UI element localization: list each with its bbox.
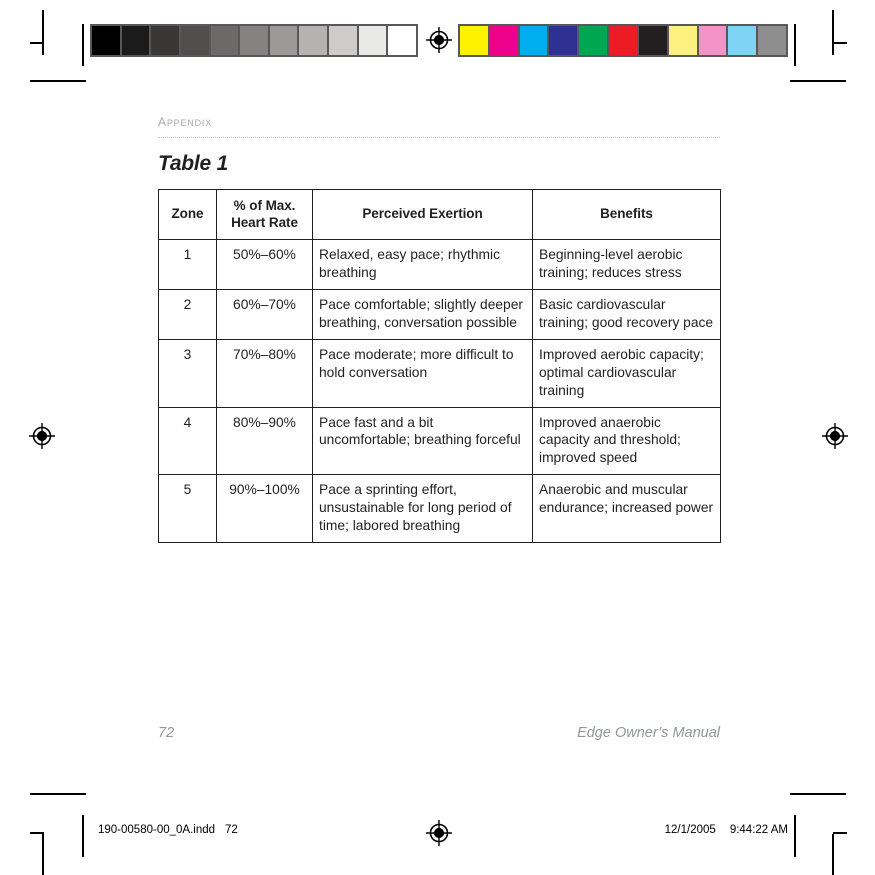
cell-benefits: Anaerobic and muscular endurance; increa… <box>532 474 721 544</box>
column-header-percent-line1: % of Max. <box>233 198 296 214</box>
registration-target-right <box>822 423 848 449</box>
manual-name: Edge Owner’s Manual <box>577 725 720 741</box>
color-patch-4 <box>579 26 608 55</box>
slug-filename: 190-00580-00_0A.indd <box>98 824 216 836</box>
cell-perceived-exertion: Pace moderate; more difficult to hold co… <box>312 338 533 408</box>
grayscale-patch-1 <box>121 26 150 55</box>
grayscale-calibration-bar <box>90 24 418 57</box>
crop-mark-top-left-lower <box>30 80 86 82</box>
grayscale-patch-5 <box>240 26 268 55</box>
table-row: 4 80%–90% Pace fast and a bit uncomfortabl… <box>158 406 721 476</box>
column-header-benefits: Benefits <box>532 189 721 241</box>
slug-date: 12/1/2005 <box>664 824 716 836</box>
crop-mark-top-right-vertical <box>832 10 834 55</box>
grayscale-patch-7 <box>299 26 328 55</box>
cell-benefits: Improved anaerobic capacity and threshol… <box>532 406 721 476</box>
table-row: 5 90%–100% Pace a sprinting effort, unsust… <box>158 474 721 544</box>
table-row: 1 50%–60% Relaxed, easy pace; rhythmic bre… <box>158 239 721 290</box>
registration-target-top <box>426 27 452 53</box>
crop-mark-top-right-inner <box>794 24 796 66</box>
crop-mark-bottom-right-vertical <box>832 834 834 875</box>
cell-zone: 5 <box>158 474 217 544</box>
column-header-zone: Zone <box>158 189 217 241</box>
color-calibration-bar <box>458 24 788 57</box>
cell-percent-max-heart-rate: 90%–100% <box>216 474 313 544</box>
grayscale-patch-8 <box>329 26 357 55</box>
color-patch-5 <box>609 26 637 55</box>
cell-percent-max-heart-rate: 80%–90% <box>216 406 313 476</box>
crop-mark-bottom-right-upper <box>790 793 846 795</box>
color-patch-1 <box>489 26 518 55</box>
crop-mark-bottom-left-upper <box>30 793 86 795</box>
grayscale-patch-9 <box>358 26 387 55</box>
color-patch-9 <box>728 26 757 55</box>
cell-perceived-exertion: Pace a sprinting effort, unsustainable f… <box>312 474 533 544</box>
print-slug-line: 190-00580-00_0A.indd 72 12/1/2005 9:44:2… <box>98 824 788 836</box>
color-patch-10 <box>758 26 786 55</box>
crop-mark-bottom-left-inner <box>82 815 84 857</box>
cell-percent-max-heart-rate: 60%–70% <box>216 288 313 340</box>
crop-mark-top-left-inner <box>82 24 84 66</box>
section-label: Appendix <box>158 112 213 130</box>
cell-benefits: Beginning-level aerobic training; reduce… <box>532 239 721 290</box>
table-row: 3 70%–80% Pace moderate; more difficult to… <box>158 338 721 408</box>
table-header: Zone % of Max. Heart Rate Perceived Exer… <box>158 189 721 241</box>
cell-benefits: Basic cardiovascular training; good reco… <box>532 288 721 340</box>
grayscale-patch-0 <box>92 26 120 55</box>
grayscale-patch-6 <box>269 26 298 55</box>
crop-mark-bottom-right-inner <box>794 815 796 857</box>
color-patch-0 <box>460 26 488 55</box>
cell-percent-max-heart-rate: 70%–80% <box>216 338 313 408</box>
grayscale-patch-10 <box>388 26 417 55</box>
cell-zone: 3 <box>158 338 217 408</box>
registration-target-left <box>29 423 55 449</box>
cell-benefits: Improved aerobic capacity; optimal cardi… <box>532 338 721 408</box>
cell-zone: 4 <box>158 406 217 476</box>
cell-percent-max-heart-rate: 50%–60% <box>216 239 313 290</box>
table-header-row: Zone % of Max. Heart Rate Perceived Exer… <box>158 189 721 241</box>
crop-mark-top-right-lower <box>790 80 846 82</box>
slug-time: 9:44:22 AM <box>729 824 788 836</box>
grayscale-patch-3 <box>180 26 209 55</box>
column-header-percent-line2: Heart Rate <box>231 214 298 230</box>
crop-mark-left-top-horizontal <box>30 42 44 44</box>
page-number: 72 <box>158 725 175 741</box>
cell-perceived-exertion: Relaxed, easy pace; rhythmic breathing <box>312 239 533 290</box>
column-header-perceived-exertion: Perceived Exertion <box>312 189 533 241</box>
page-footer: 72 Edge Owner’s Manual <box>158 725 720 741</box>
table-title: Table 1 <box>158 152 229 176</box>
color-patch-7 <box>668 26 697 55</box>
color-patch-8 <box>698 26 727 55</box>
crop-mark-right-bottom-horizontal <box>833 832 847 834</box>
color-patch-3 <box>549 26 578 55</box>
heart-rate-zone-table: Zone % of Max. Heart Rate Perceived Exer… <box>158 189 721 544</box>
color-patch-6 <box>638 26 667 55</box>
cell-zone: 2 <box>158 288 217 340</box>
page-content: Appendix Table 1 Zone % of Max. Heart Ra… <box>158 112 721 544</box>
grayscale-patch-2 <box>151 26 179 55</box>
cell-perceived-exertion: Pace comfortable; slightly deeper breath… <box>312 288 533 340</box>
crop-mark-top-left-vertical <box>42 10 44 55</box>
slug-page: 72 <box>225 824 238 836</box>
cell-zone: 1 <box>158 239 217 290</box>
cell-perceived-exertion: Pace fast and a bit uncomfortable; breat… <box>312 406 533 476</box>
crop-mark-right-top-horizontal <box>833 42 847 44</box>
color-patch-2 <box>519 26 548 55</box>
header-divider <box>158 137 720 139</box>
table-body: 1 50%–60% Relaxed, easy pace; rhythmic bre… <box>158 239 721 544</box>
grayscale-patch-4 <box>210 26 239 55</box>
column-header-percent-max-heart-rate: % of Max. Heart Rate <box>216 189 313 241</box>
crop-mark-bottom-left-vertical <box>42 834 44 875</box>
scanned-manual-page: Appendix Table 1 Zone % of Max. Heart Ra… <box>0 0 875 875</box>
table-row: 2 60%–70% Pace comfortable; slightly deepe… <box>158 288 721 340</box>
